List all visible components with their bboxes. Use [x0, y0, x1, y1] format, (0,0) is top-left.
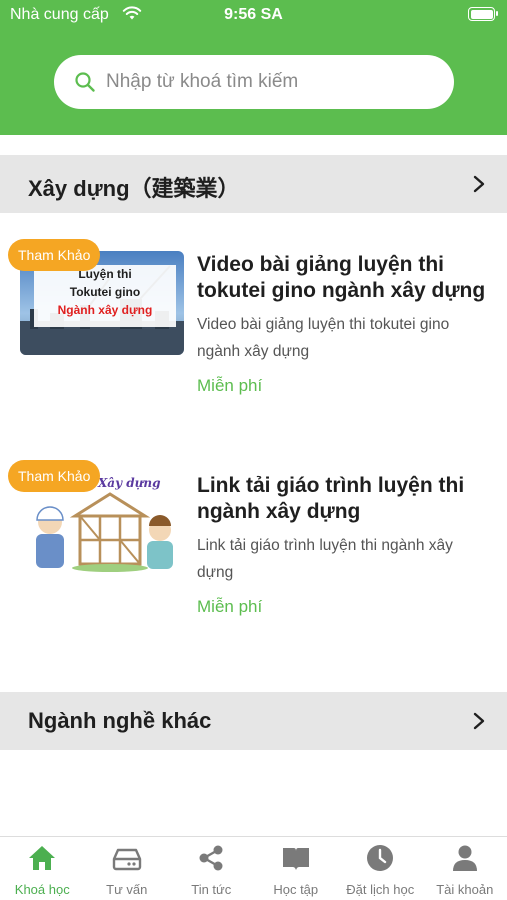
thumb-line-3: Ngành xây dựng	[57, 303, 153, 317]
section-title: Xây dựng（建築業）	[28, 176, 240, 201]
tab-study[interactable]: Học tập	[254, 837, 339, 900]
section-title: Ngành nghề khác	[28, 708, 212, 733]
chevron-right-icon	[473, 175, 485, 193]
section-header-construction[interactable]: Xây dựng（建築業）	[0, 155, 507, 213]
course-description: Link tải giáo trình luyện thi ngành xây …	[197, 537, 453, 581]
tab-account[interactable]: Tài khoản	[423, 837, 507, 900]
reference-badge: Tham Khảo	[8, 239, 101, 271]
course-description: Video bài giảng luyện thi tokutei gino n…	[197, 316, 450, 360]
home-icon	[29, 846, 55, 870]
search-icon	[75, 72, 95, 92]
search-input[interactable]	[106, 55, 436, 109]
tab-label: Tài khoản	[436, 882, 494, 897]
tab-schedule[interactable]: Đặt lịch học	[338, 837, 423, 900]
share-icon	[199, 845, 223, 871]
battery-icon	[468, 7, 498, 21]
reference-badge: Tham Khảo	[8, 460, 101, 492]
thumb-line-2: Tokutei gino	[69, 285, 141, 299]
tab-consulting[interactable]: Tư vấn	[85, 837, 170, 900]
tab-label: Khoá học	[14, 882, 70, 897]
chevron-right-icon	[473, 712, 485, 730]
bottom-tab-bar: Khoá học Tư vấn Tin tức Học tập Đặt lịch…	[0, 836, 507, 900]
course-title[interactable]: Video bài giảng luyện thi tokutei gino n…	[197, 252, 492, 304]
course-card[interactable]: Luyện thi Tokutei gino Ngành xây dựng Th…	[0, 235, 507, 435]
user-icon	[452, 845, 477, 871]
thumb-caption: Xây dựng	[98, 476, 161, 490]
search-bar[interactable]	[54, 55, 454, 109]
status-bar: Nhà cung cấp 9:56 SA	[0, 0, 507, 30]
tab-label: Tin tức	[191, 882, 232, 897]
course-price: Miễn phí	[197, 376, 263, 395]
course-price: Miễn phí	[197, 597, 263, 616]
course-card[interactable]: Xây dựng Tham Khảo Link tải giáo trình l…	[0, 456, 507, 656]
carrier-label: Nhà cung cấp	[10, 6, 109, 23]
clock-icon	[367, 845, 393, 871]
section-header-other-trades[interactable]: Ngành nghề khác	[0, 692, 507, 750]
inbox-icon	[112, 848, 141, 871]
tab-label: Tư vấn	[106, 882, 148, 897]
tab-label: Đặt lịch học	[346, 882, 415, 897]
app-header: Nhà cung cấp 9:56 SA	[0, 0, 507, 135]
course-title[interactable]: Link tải giáo trình luyện thi ngành xây …	[197, 473, 492, 525]
book-icon	[282, 848, 309, 870]
tab-news[interactable]: Tin tức	[169, 837, 254, 900]
wifi-icon	[122, 6, 142, 20]
tab-label: Học tập	[273, 882, 319, 897]
tab-courses[interactable]: Khoá học	[0, 837, 85, 900]
